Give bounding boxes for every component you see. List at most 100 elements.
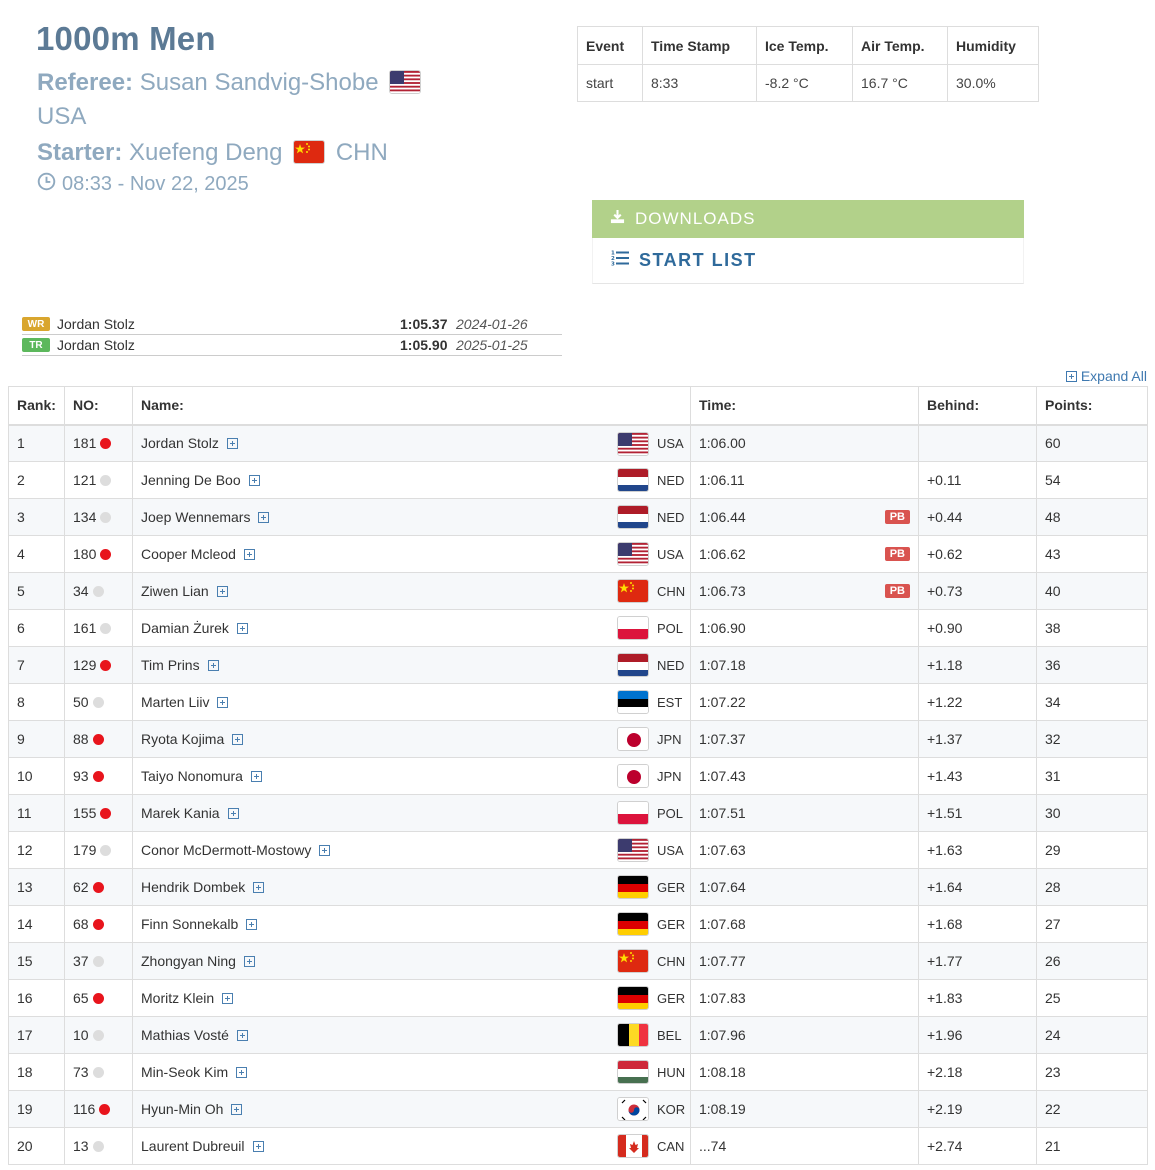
skater-name[interactable]: Ziwen Lian: [141, 583, 209, 599]
time-cell: 1:07.64: [690, 868, 919, 906]
expand-row-icon[interactable]: [250, 771, 262, 782]
expand-row-icon[interactable]: [207, 660, 219, 671]
skater-name[interactable]: Tim Prins: [141, 657, 200, 673]
skater-name[interactable]: Finn Sonnekalb: [141, 916, 238, 932]
result-row[interactable]: 13 62 Hendrik Dombek GER 1:07.64 +1.64 28: [8, 868, 1148, 906]
page-title: 1000m Men: [36, 20, 216, 57]
result-row[interactable]: 4 180 Cooper Mcleod USA 1:06.62 PB +0.62 43: [8, 535, 1148, 573]
conditions-header: Air Temp.: [852, 26, 948, 65]
time-cell: 1:07.63: [690, 831, 919, 869]
result-row[interactable]: 3 134 Joep Wennemars NED 1:06.44 PB +0.44 48: [8, 498, 1148, 536]
skater-name[interactable]: Ryota Kojima: [141, 731, 224, 747]
skater-name[interactable]: Hendrik Dombek: [141, 879, 245, 895]
expand-row-icon[interactable]: [236, 623, 248, 634]
expand-all-link[interactable]: Expand All: [1065, 368, 1147, 384]
skater-name[interactable]: Marek Kania: [141, 805, 220, 821]
behind-header[interactable]: Behind:: [918, 386, 1037, 426]
result-row[interactable]: 18 73 Min-Seok Kim HUN 1:08.18 +2.18 23: [8, 1053, 1148, 1091]
points-cell: 34: [1036, 683, 1148, 721]
nation-code: POL: [657, 620, 684, 636]
result-row[interactable]: 9 88 Ryota Kojima JPN 1:07.37 +1.37 32: [8, 720, 1148, 758]
skater-name[interactable]: Marten Liiv: [141, 694, 209, 710]
status-dot-icon: [92, 1030, 104, 1041]
skater-name[interactable]: Laurent Dubreuil: [141, 1138, 245, 1154]
skater-name[interactable]: Damian Żurek: [141, 620, 229, 636]
downloads-button[interactable]: DOWNLOADS: [592, 200, 1024, 238]
race-time: 1:07.37: [699, 731, 746, 747]
expand-row-icon[interactable]: [243, 549, 255, 560]
bib-number: 10: [73, 1027, 89, 1043]
time-header[interactable]: Time:: [690, 386, 919, 426]
result-row[interactable]: 1 181 Jordan Stolz USA 1:06.00 60: [8, 424, 1148, 462]
no-header[interactable]: NO:: [64, 386, 133, 426]
skater-name[interactable]: Cooper Mcleod: [141, 546, 236, 562]
skater-name[interactable]: Min-Seok Kim: [141, 1064, 228, 1080]
result-row[interactable]: 16 65 Moritz Klein GER 1:07.83 +1.83 25: [8, 979, 1148, 1017]
skater-name[interactable]: Moritz Klein: [141, 990, 214, 1006]
nation-code: JPN: [657, 731, 682, 747]
nation-flag-icon: [617, 912, 649, 936]
points-header[interactable]: Points:: [1036, 386, 1148, 426]
name-cell: Finn Sonnekalb GER: [132, 905, 691, 943]
expand-row-icon[interactable]: [232, 734, 244, 745]
no-cell: 179: [64, 831, 133, 869]
skater-name[interactable]: Jordan Stolz: [141, 435, 219, 451]
expand-row-icon[interactable]: [227, 808, 239, 819]
status-dot-icon: [92, 993, 104, 1004]
start-list-link[interactable]: 123 START LIST: [592, 238, 1024, 284]
behind-cell: +1.51: [918, 794, 1037, 832]
result-row[interactable]: 19 116 Hyun-Min Oh KOR 1:08.19 +2.19 22: [8, 1090, 1148, 1128]
expand-row-icon[interactable]: [319, 845, 331, 856]
bib-number: 88: [73, 731, 89, 747]
expand-row-icon[interactable]: [248, 475, 260, 486]
records-list: WR Jordan Stolz 1:05.37 2024-01-26 TR Jo…: [22, 314, 562, 356]
expand-plus-icon: [1065, 370, 1077, 382]
skater-name[interactable]: Joep Wennemars: [141, 509, 250, 525]
result-row[interactable]: 20 13 Laurent Dubreuil CAN ...74 +2.74 21: [8, 1127, 1148, 1165]
expand-row-icon[interactable]: [226, 438, 238, 450]
skater-name[interactable]: Taiyo Nonomura: [141, 768, 243, 784]
expand-row-icon[interactable]: [253, 882, 265, 893]
rank-header[interactable]: Rank:: [8, 386, 65, 426]
skater-name[interactable]: Mathias Vosté: [141, 1027, 229, 1043]
no-cell: 65: [64, 979, 133, 1017]
name-header[interactable]: Name:: [132, 386, 691, 426]
no-cell: 181: [64, 424, 133, 462]
points-cell: 38: [1036, 609, 1148, 647]
record-holder: Jordan Stolz: [57, 337, 135, 353]
result-row[interactable]: 8 50 Marten Liiv EST 1:07.22 +1.22 34: [8, 683, 1148, 721]
result-row[interactable]: 11 155 Marek Kania POL 1:07.51 +1.51 30: [8, 794, 1148, 832]
expand-row-icon[interactable]: [252, 1141, 264, 1152]
result-row[interactable]: 2 121 Jenning De Boo NED 1:06.11 +0.11 54: [8, 461, 1148, 499]
skater-name[interactable]: Hyun-Min Oh: [141, 1101, 223, 1117]
expand-row-icon[interactable]: [216, 586, 228, 597]
skater-name[interactable]: Zhongyan Ning: [141, 953, 236, 969]
expand-row-icon[interactable]: [217, 697, 229, 708]
expand-row-icon[interactable]: [236, 1067, 248, 1078]
result-row[interactable]: 14 68 Finn Sonnekalb GER 1:07.68 +1.68 27: [8, 905, 1148, 943]
nation: NED: [617, 505, 684, 529]
result-row[interactable]: 15 37 Zhongyan Ning CHN 1:07.77 +1.77 26: [8, 942, 1148, 980]
downloads-label: DOWNLOADS: [635, 209, 756, 228]
nation: CAN: [617, 1134, 684, 1158]
result-row[interactable]: 17 10 Mathias Vosté BEL 1:07.96 +1.96 24: [8, 1016, 1148, 1054]
expand-row-icon[interactable]: [236, 1030, 248, 1041]
race-datetime: 08:33 - Nov 22, 2025: [62, 173, 249, 195]
skater-name[interactable]: Jenning De Boo: [141, 472, 241, 488]
race-time: 1:07.63: [699, 842, 746, 858]
expand-row-icon[interactable]: [243, 956, 255, 967]
expand-row-icon[interactable]: [246, 919, 258, 930]
expand-row-icon[interactable]: [258, 512, 270, 523]
result-row[interactable]: 6 161 Damian Żurek POL 1:06.90 +0.90 38: [8, 609, 1148, 647]
expand-row-icon[interactable]: [231, 1104, 243, 1115]
result-row[interactable]: 5 34 Ziwen Lian CHN 1:06.73 PB +0.73 40: [8, 572, 1148, 610]
skater-name[interactable]: Conor McDermott-Mostowy: [141, 842, 311, 858]
result-row[interactable]: 7 129 Tim Prins NED 1:07.18 +1.18 36: [8, 646, 1148, 684]
time-cell: 1:06.00: [690, 424, 919, 462]
result-row[interactable]: 10 93 Taiyo Nonomura JPN 1:07.43 +1.43 31: [8, 757, 1148, 795]
behind-cell: +1.43: [918, 757, 1037, 795]
result-row[interactable]: 12 179 Conor McDermott-Mostowy USA 1:07.63 +1…: [8, 831, 1148, 869]
rank-cell: 4: [8, 535, 65, 573]
rank-cell: 8: [8, 683, 65, 721]
expand-row-icon[interactable]: [222, 993, 234, 1004]
